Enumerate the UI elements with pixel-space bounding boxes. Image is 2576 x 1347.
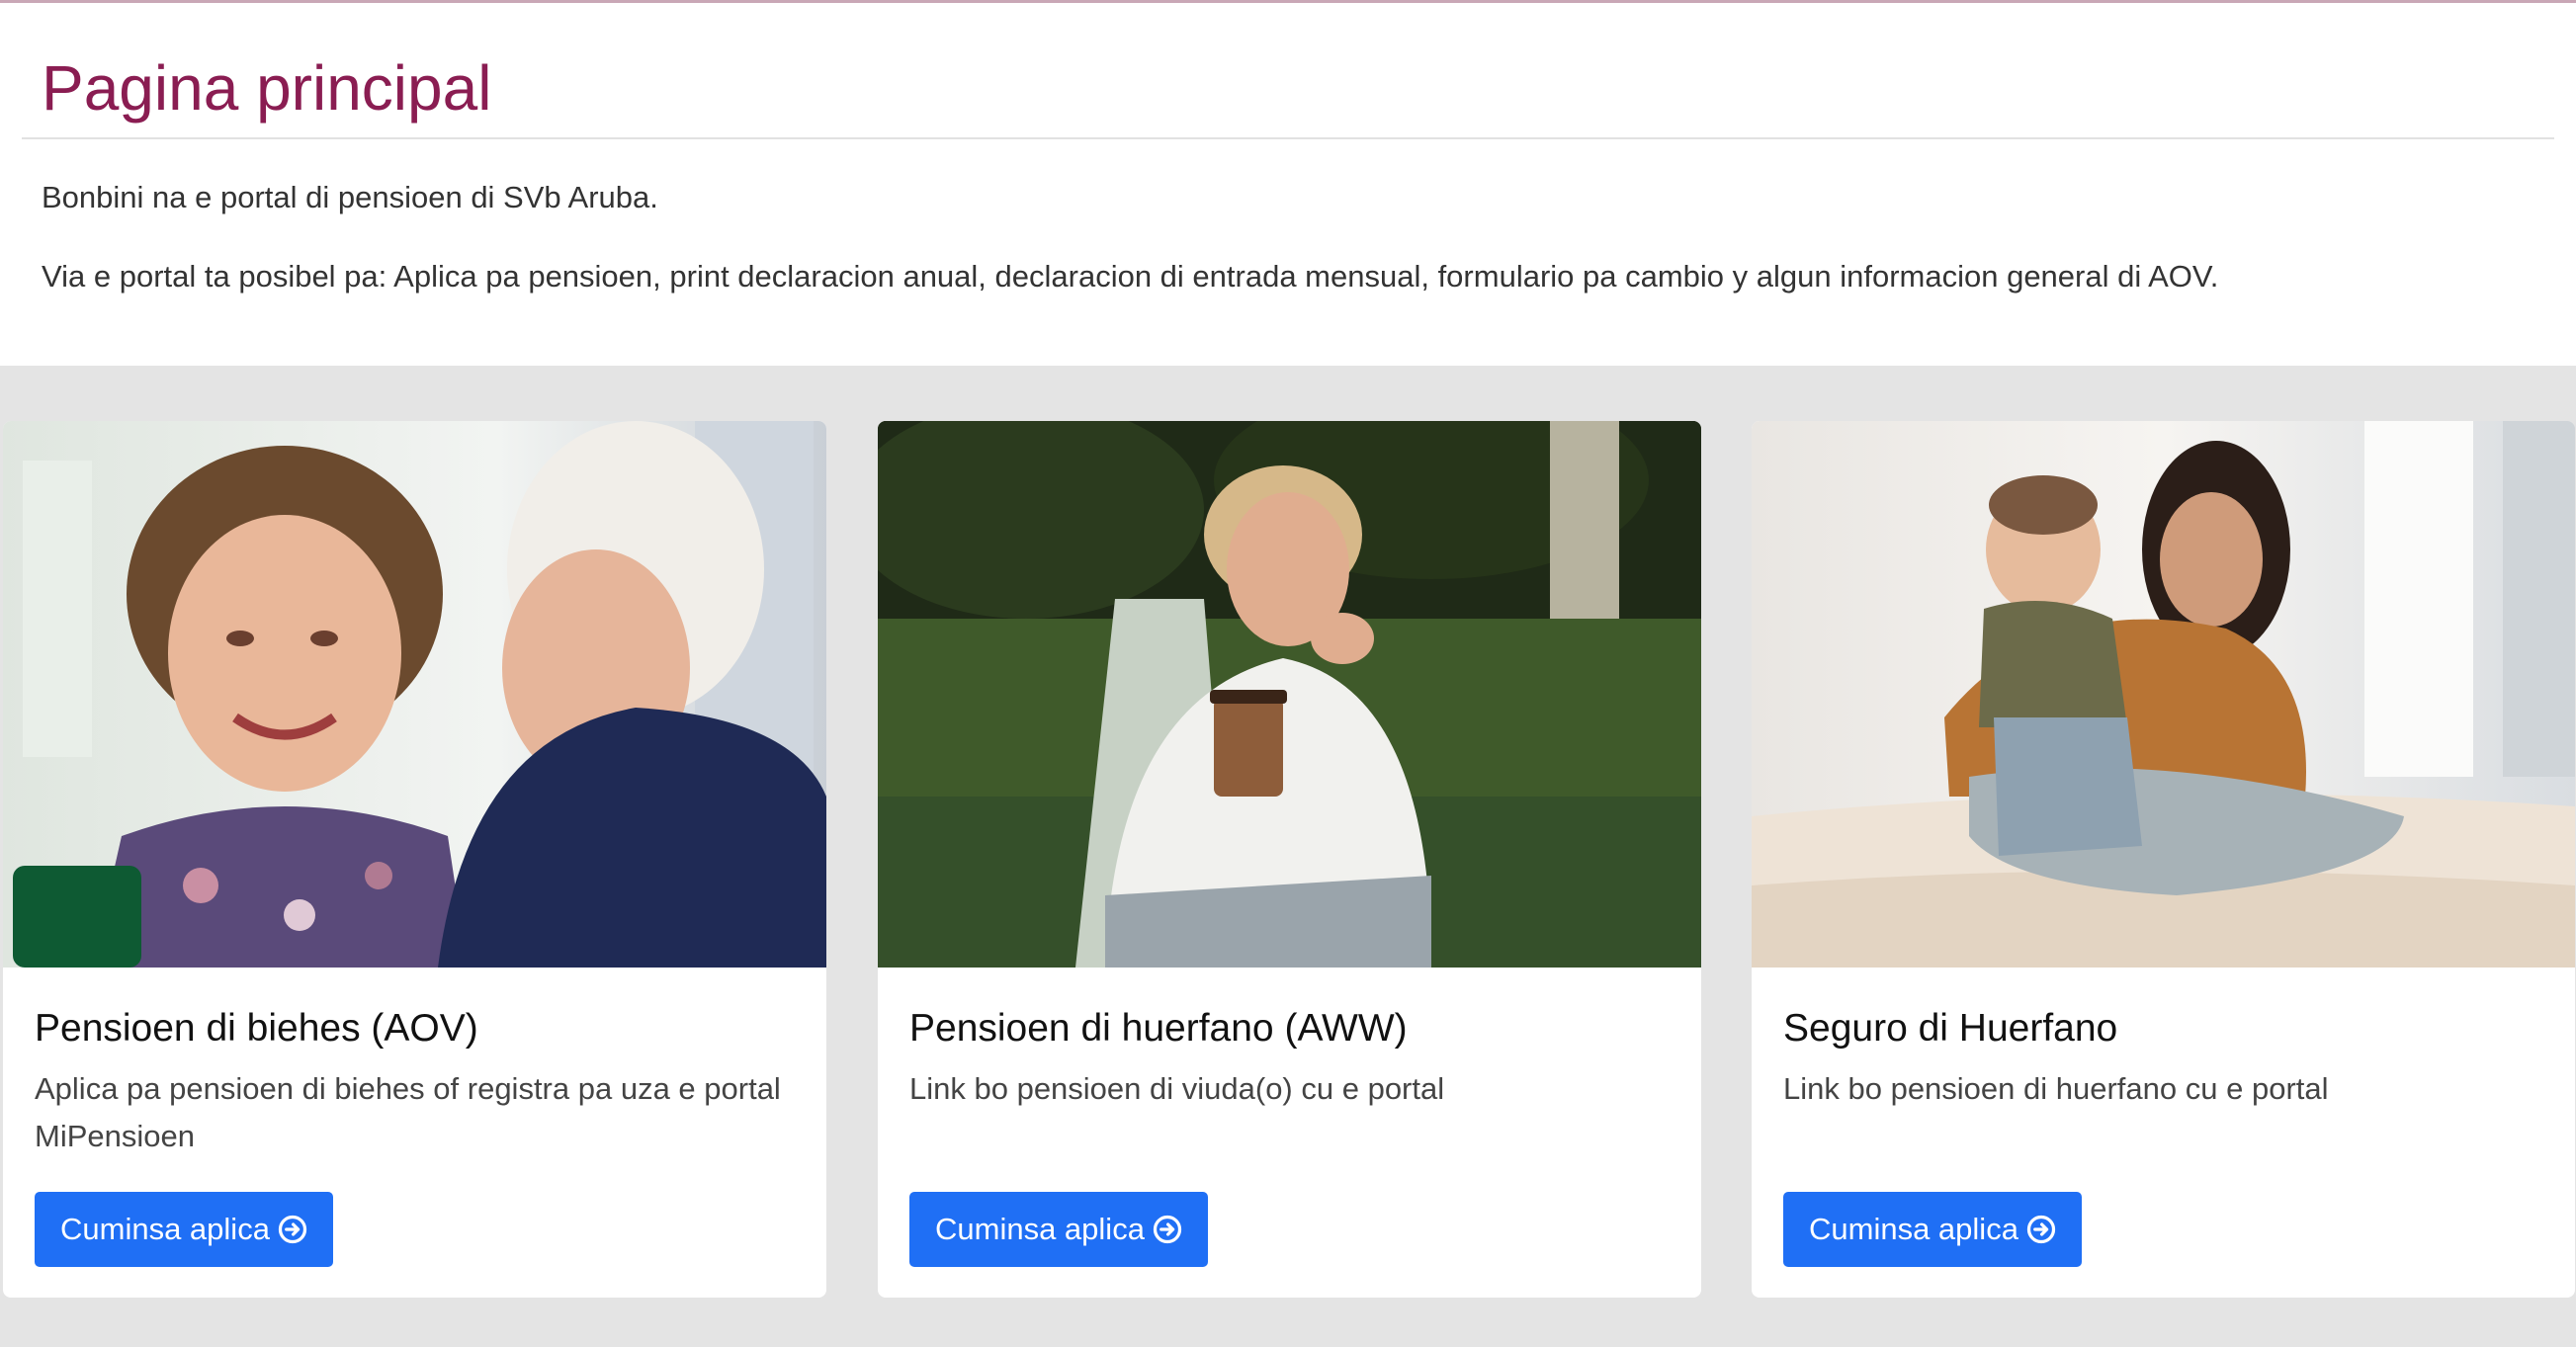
- start-application-button[interactable]: Cuminsa aplica: [1783, 1192, 2082, 1267]
- card-image-mother-and-baby: [1752, 421, 2575, 968]
- welcome-text: Bonbini na e portal di pensioen di SVb A…: [42, 180, 658, 214]
- card-text: Aplica pa pensioen di biehes of registra…: [35, 1071, 781, 1153]
- page: Pagina principal Bonbini na e portal di …: [0, 0, 2576, 1347]
- card-title: Pensioen di biehes (AOV): [35, 1007, 478, 1050]
- start-application-button[interactable]: Cuminsa aplica: [909, 1192, 1208, 1267]
- card-image-woman-with-coffee: [878, 421, 1701, 968]
- card-aww: Pensioen di huerfano (AWW) Link bo pensi…: [878, 421, 1701, 1298]
- card-text: Link bo pensioen di viuda(o) cu e portal: [909, 1071, 1445, 1106]
- card-title: Pensioen di huerfano (AWW): [909, 1007, 1408, 1050]
- button-label: Cuminsa aplica: [935, 1212, 1145, 1246]
- card-aov: Pensioen di biehes (AOV) Aplica pa pensi…: [3, 421, 826, 1298]
- card-text: Link bo pensioen di huerfano cu e portal: [1783, 1071, 2329, 1106]
- button-label: Cuminsa aplica: [1809, 1212, 2018, 1246]
- intro-panel: Pagina principal Bonbini na e portal di …: [0, 0, 2576, 366]
- button-label: Cuminsa aplica: [60, 1212, 270, 1246]
- card-image-elderly-couple: [3, 421, 826, 968]
- arrow-circle-right-icon: [2026, 1215, 2056, 1244]
- arrow-circle-right-icon: [278, 1215, 307, 1244]
- card-title: Seguro di Huerfano: [1783, 1007, 2118, 1050]
- description-text: Via e portal ta posibel pa: Aplica pa pe…: [42, 259, 2219, 294]
- start-application-button[interactable]: Cuminsa aplica: [35, 1192, 333, 1267]
- page-title: Pagina principal: [42, 52, 492, 124]
- title-divider: [22, 137, 2554, 139]
- card-seguro-huerfano: Seguro di Huerfano Link bo pensioen di h…: [1752, 421, 2575, 1298]
- arrow-circle-right-icon: [1153, 1215, 1182, 1244]
